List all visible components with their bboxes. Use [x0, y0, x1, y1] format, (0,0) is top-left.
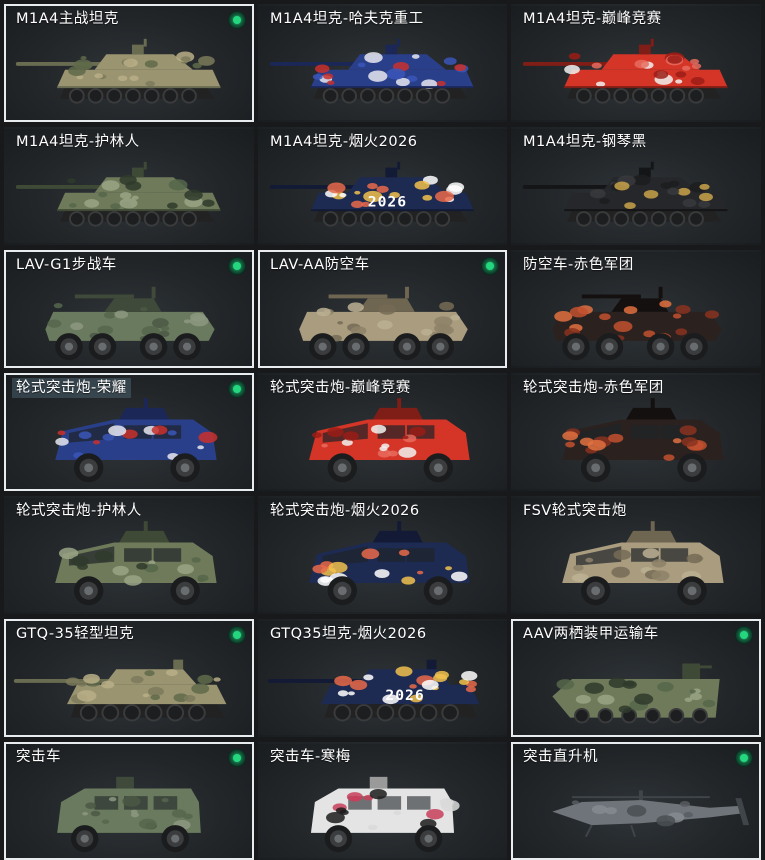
owned-indicator-icon	[482, 258, 498, 274]
vehicle-card-m1a4-gangqinhei[interactable]: M1A4坦克-钢琴黑	[511, 127, 761, 245]
vehicle-name: 突击车-寒梅	[270, 749, 351, 765]
vehicle-name: GTQ-35轻型坦克	[16, 626, 135, 642]
vehicle-card-ifv-hulinren[interactable]: 轮式突击炮-护林人	[4, 496, 254, 614]
vehicle-card-aav[interactable]: AAV两栖装甲运输车	[511, 619, 761, 737]
owned-indicator-icon	[229, 750, 245, 766]
svg-text:2026: 2026	[385, 687, 424, 704]
vehicle-name: 防空车-赤色军团	[523, 257, 634, 273]
vehicle-name: FSV轮式突击炮	[523, 503, 627, 519]
vehicle-card-ifv-chise[interactable]: 轮式突击炮-赤色军团	[511, 373, 761, 491]
owned-indicator-icon	[229, 627, 245, 643]
svg-text:2026: 2026	[368, 193, 407, 210]
vehicle-name: 轮式突击炮-赤色军团	[523, 380, 664, 396]
vehicle-card-m1a4-dianfeng[interactable]: M1A4坦克-巅峰竞赛	[511, 4, 761, 122]
vehicle-name: 突击车	[16, 749, 61, 765]
vehicle-card-gtq-35[interactable]: GTQ-35轻型坦克	[4, 619, 254, 737]
owned-indicator-icon	[229, 381, 245, 397]
owned-indicator-icon	[736, 750, 752, 766]
vehicle-name: 轮式突击炮-荣耀	[12, 378, 131, 398]
vehicle-card-aa-chise[interactable]: 防空车-赤色军团	[511, 250, 761, 368]
vehicle-card-heli[interactable]: 突击直升机	[511, 742, 761, 860]
vehicle-name: 轮式突击炮-巅峰竞赛	[270, 380, 411, 396]
vehicle-grid: M1A4主战坦克 M1A4坦克-哈夫克重工 M1A4坦克-巅峰竞赛 M1A4坦克…	[4, 4, 761, 860]
vehicle-name: 突击直升机	[523, 749, 598, 765]
vehicle-name: 轮式突击炮-烟火2026	[270, 503, 420, 519]
vehicle-card-ifv-yanhuo[interactable]: 轮式突击炮-烟火2026	[258, 496, 507, 614]
vehicle-name: 轮式突击炮-护林人	[16, 503, 142, 519]
vehicle-name: M1A4坦克-哈夫克重工	[270, 11, 424, 27]
owned-indicator-icon	[229, 258, 245, 274]
vehicle-card-fsv[interactable]: FSV轮式突击炮	[511, 496, 761, 614]
vehicle-name: M1A4坦克-巅峰竞赛	[523, 11, 662, 27]
vehicle-name: LAV-AA防空车	[270, 257, 370, 273]
vehicle-card-m1a4-hulinren[interactable]: M1A4坦克-护林人	[4, 127, 254, 245]
vehicle-name: M1A4坦克-钢琴黑	[523, 134, 647, 150]
vehicle-card-lav-g1[interactable]: LAV-G1步战车	[4, 250, 254, 368]
vehicle-name: GTQ35坦克-烟火2026	[270, 626, 427, 642]
vehicle-name: AAV两栖装甲运输车	[523, 626, 659, 642]
owned-indicator-icon	[736, 627, 752, 643]
vehicle-card-tuji[interactable]: 突击车	[4, 742, 254, 860]
vehicle-card-ifv-rongyao[interactable]: 轮式突击炮-荣耀	[4, 373, 254, 491]
vehicle-card-tuji-hanmei[interactable]: 突击车-寒梅	[258, 742, 507, 860]
vehicle-name: LAV-G1步战车	[16, 257, 117, 273]
vehicle-card-m1a4-hafuke[interactable]: M1A4坦克-哈夫克重工	[258, 4, 507, 122]
vehicle-name: M1A4坦克-烟火2026	[270, 134, 418, 150]
vehicle-card-m1a4-yanhuo[interactable]: 2026 M1A4坦克-烟火2026	[258, 127, 507, 245]
vehicle-card-m1a4[interactable]: M1A4主战坦克	[4, 4, 254, 122]
owned-indicator-icon	[229, 12, 245, 28]
vehicle-card-ifv-dianfeng[interactable]: 轮式突击炮-巅峰竞赛	[258, 373, 507, 491]
vehicle-name: M1A4主战坦克	[16, 11, 119, 27]
vehicle-card-lav-aa[interactable]: LAV-AA防空车	[258, 250, 507, 368]
vehicle-name: M1A4坦克-护林人	[16, 134, 140, 150]
vehicle-card-gtq35-yanhuo[interactable]: 2026 GTQ35坦克-烟火2026	[258, 619, 507, 737]
